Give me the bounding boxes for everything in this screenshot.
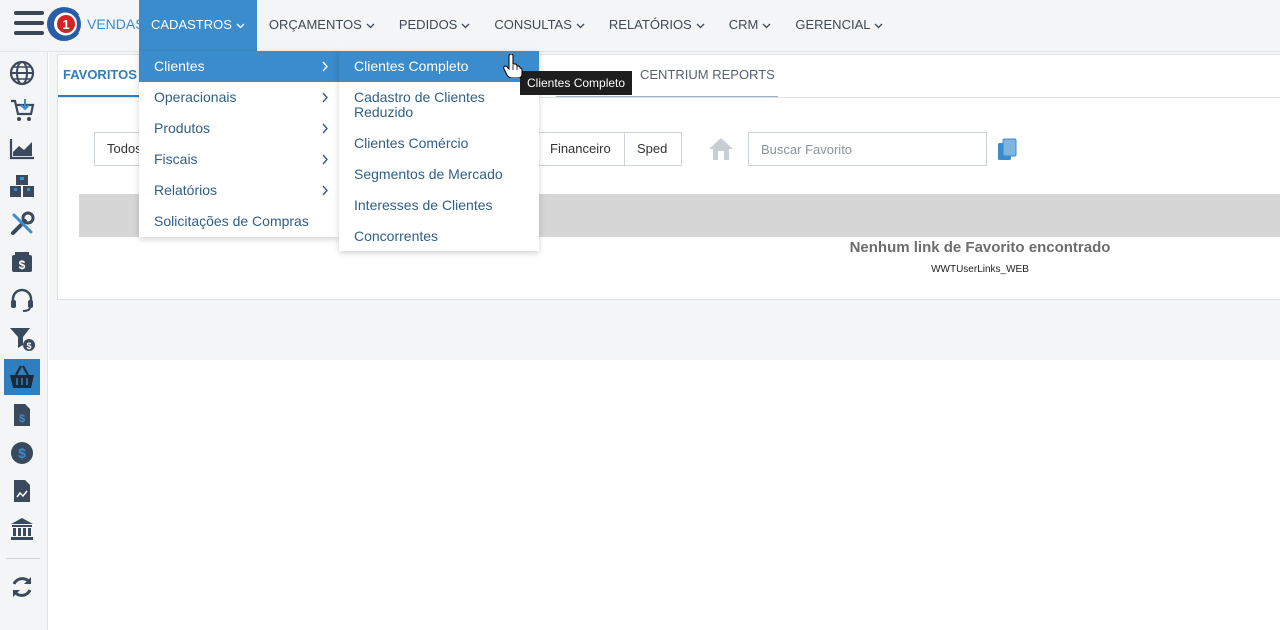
chevron-right-icon	[322, 92, 328, 103]
menu-item-interesses-de-clientes[interactable]: Interesses de Clientes	[339, 190, 539, 221]
chevron-right-icon	[322, 61, 328, 72]
funnel-dollar-icon[interactable]: $	[4, 320, 40, 356]
top-bar: 1 VENDAS CADASTROS ORÇAMENTOS PEDIDOS CO…	[0, 0, 1280, 52]
menu-item-produtos[interactable]: Produtos	[139, 113, 339, 144]
svg-text:1: 1	[62, 17, 69, 32]
filter-sped-button[interactable]: Sped	[624, 132, 682, 166]
menu-item-fiscais[interactable]: Fiscais	[139, 144, 339, 175]
clientes-submenu: Clientes Completo Cadastro de Clientes R…	[339, 51, 539, 251]
logo: 1	[47, 7, 81, 41]
basket-icon[interactable]	[4, 359, 40, 395]
chevron-down-icon	[366, 21, 375, 30]
nav-orcamentos[interactable]: ORÇAMENTOS	[257, 0, 387, 52]
svg-text:$: $	[18, 445, 26, 461]
tab-active-indicator	[58, 95, 140, 97]
app-name: VENDAS	[87, 16, 145, 32]
globe-icon[interactable]	[4, 55, 40, 91]
sidebar-divider	[6, 558, 40, 559]
boxes-icon[interactable]	[4, 168, 40, 204]
menu-item-cadastro-clientes-reduzido[interactable]: Cadastro de Clientes Reduzido	[339, 82, 539, 128]
refresh-icon[interactable]	[4, 569, 40, 605]
tools-icon[interactable]	[4, 206, 40, 242]
chevron-down-icon	[696, 21, 705, 30]
dollar-circle-icon[interactable]: $	[4, 435, 40, 471]
menu-item-relatorios[interactable]: Relatórios	[139, 175, 339, 206]
hamburger-menu-icon[interactable]	[14, 11, 44, 37]
menu-item-solicitacoes-de-compras[interactable]: Solicitações de Compras	[139, 206, 339, 237]
nav-crm[interactable]: CRM	[717, 0, 784, 52]
chevron-down-icon	[762, 21, 771, 30]
chevron-right-icon	[322, 123, 328, 134]
nav-pedidos[interactable]: PEDIDOS	[387, 0, 483, 52]
svg-text:$: $	[19, 413, 25, 425]
chevron-down-icon	[236, 21, 245, 30]
tab-underline	[556, 96, 778, 97]
menu-item-operacionais[interactable]: Operacionais	[139, 82, 339, 113]
svg-text:$: $	[26, 341, 31, 351]
bank-icon[interactable]	[4, 511, 40, 547]
invoice-dollar-icon[interactable]: $	[4, 397, 40, 433]
home-icon[interactable]	[707, 136, 735, 162]
hand-cursor-icon	[503, 54, 523, 78]
empty-message: Nenhum link de Favorito encontrado	[849, 239, 1111, 256]
filter-financeiro-button[interactable]: Financeiro	[537, 132, 625, 166]
copy-icon[interactable]	[997, 138, 1019, 162]
tab-favoritos[interactable]: FAVORITOS	[63, 67, 137, 82]
chart-icon[interactable]	[4, 130, 40, 166]
document-chart-icon[interactable]	[4, 473, 40, 509]
chevron-down-icon	[461, 21, 470, 30]
menu-item-concorrentes[interactable]: Concorrentes	[339, 221, 539, 252]
nav-cadastros[interactable]: CADASTROS	[139, 0, 257, 52]
filter-todos-button[interactable]: Todos	[94, 132, 144, 166]
menu-item-clientes-comercio[interactable]: Clientes Comércio	[339, 128, 539, 159]
menu-item-clientes[interactable]: Clientes	[139, 51, 339, 82]
nav-relatorios[interactable]: RELATÓRIOS	[597, 0, 717, 52]
cart-download-icon[interactable]	[4, 92, 40, 128]
search-favorito-input[interactable]	[748, 132, 987, 166]
svg-text:$: $	[19, 258, 26, 272]
money-box-icon[interactable]: $	[4, 244, 40, 280]
chevron-right-icon	[322, 154, 328, 165]
nav-consultas[interactable]: CONSULTAS	[482, 0, 597, 52]
sidebar: $ $ $ $	[0, 52, 48, 630]
nav-gerencial[interactable]: GERENCIAL	[783, 0, 895, 52]
chevron-down-icon	[874, 21, 883, 30]
main-nav: CADASTROS ORÇAMENTOS PEDIDOS CONSULTAS R…	[139, 0, 895, 52]
empty-sub-label: WWTUserLinks_WEB	[931, 264, 1029, 275]
chevron-right-icon	[322, 185, 328, 196]
menu-item-segmentos-de-mercado[interactable]: Segmentos de Mercado	[339, 159, 539, 190]
headset-icon[interactable]	[4, 282, 40, 318]
tab-centrium-reports[interactable]: CENTRIUM REPORTS	[640, 67, 775, 82]
chevron-down-icon	[576, 21, 585, 30]
cadastros-dropdown: Clientes Operacionais Produtos Fiscais R…	[139, 51, 339, 237]
tooltip: Clientes Completo	[520, 71, 633, 95]
